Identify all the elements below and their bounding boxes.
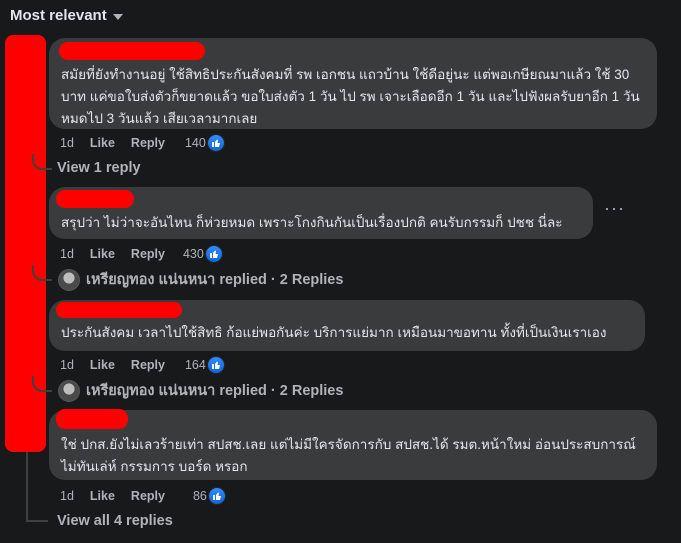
comment-text: สรุปว่า ไม่ว่าจะอันไหน ก็ห่วยหมด เพราะโก… (61, 215, 563, 230)
reaction-count[interactable]: 140 (185, 134, 225, 152)
reaction-number: 140 (184, 136, 206, 150)
comment-actions: 1d Like Reply 86 (60, 487, 226, 505)
sort-dropdown[interactable]: Most relevant (10, 7, 123, 24)
redacted-author-name (56, 302, 182, 318)
like-button[interactable]: Like (90, 136, 115, 150)
comment-time[interactable]: 1d (60, 358, 74, 372)
reaction-number: 86 (192, 489, 207, 503)
sort-label: Most relevant (10, 7, 107, 24)
like-thumb-icon (204, 245, 223, 263)
like-button[interactable]: Like (90, 247, 115, 261)
comment-actions: 1d Like Reply 140 (60, 134, 225, 152)
thread-line (26, 452, 28, 522)
reply-button[interactable]: Reply (131, 247, 165, 261)
redacted-author-name (56, 190, 134, 208)
avatar-icon (58, 379, 80, 402)
redacted-author-name (56, 409, 128, 429)
comment-text: ใช่ ปกส.ยังไม่เลวร้ายเท่า สปสช.เลย แต่ไม… (61, 437, 636, 474)
comment-text: ประกันสังคม เวลาไปใช้สิทธิ ก้อแย่พอกันค่… (61, 325, 607, 340)
reply-connector (32, 154, 52, 170)
reaction-count[interactable]: 430 (183, 245, 223, 263)
comment-bubble: ใช่ ปกส.ยังไม่เลวร้ายเท่า สปสช.เลย แต่ไม… (49, 410, 657, 480)
replied-summary-link[interactable]: เหรียญทอง แน่นหนา replied · 2 Replies (58, 379, 343, 402)
reply-connector (32, 376, 52, 392)
comment-actions: 1d Like Reply 164 (60, 356, 225, 374)
comment-text: สมัยที่ยังทำงานอยู่ ใช้สิทธิประกันสังคมท… (61, 67, 640, 126)
reaction-count[interactable]: 164 (185, 356, 225, 374)
reaction-number: 430 (182, 247, 204, 261)
comment-time[interactable]: 1d (60, 247, 74, 261)
like-button[interactable]: Like (90, 489, 115, 503)
view-replies-link[interactable]: View 1 reply (57, 160, 141, 176)
comment-time[interactable]: 1d (60, 136, 74, 150)
redacted-author-name (59, 42, 205, 60)
view-all-replies-link[interactable]: View all 4 replies (57, 513, 173, 529)
reaction-number: 164 (184, 358, 206, 372)
avatar-icon (58, 268, 80, 291)
replied-summary-link[interactable]: เหรียญทอง แน่นหนา replied · 2 Replies (58, 268, 343, 291)
chevron-down-icon (112, 13, 123, 20)
reaction-count[interactable]: 86 (193, 487, 226, 505)
like-thumb-icon (206, 134, 225, 152)
more-options-icon[interactable]: ··· (604, 199, 625, 217)
reply-connector (32, 265, 52, 281)
like-thumb-icon (207, 487, 226, 505)
like-button[interactable]: Like (90, 358, 115, 372)
reply-button[interactable]: Reply (131, 136, 165, 150)
reply-button[interactable]: Reply (131, 489, 165, 503)
comment-actions: 1d Like Reply 430 (60, 245, 223, 263)
replied-summary-text: เหรียญทอง แน่นหนา replied · 2 Replies (86, 383, 344, 399)
replied-summary-text: เหรียญทอง แน่นหนา replied · 2 Replies (86, 272, 344, 288)
reply-button[interactable]: Reply (131, 358, 165, 372)
comment-time[interactable]: 1d (60, 489, 74, 503)
thread-line-branch (26, 520, 48, 522)
like-thumb-icon (206, 356, 225, 374)
